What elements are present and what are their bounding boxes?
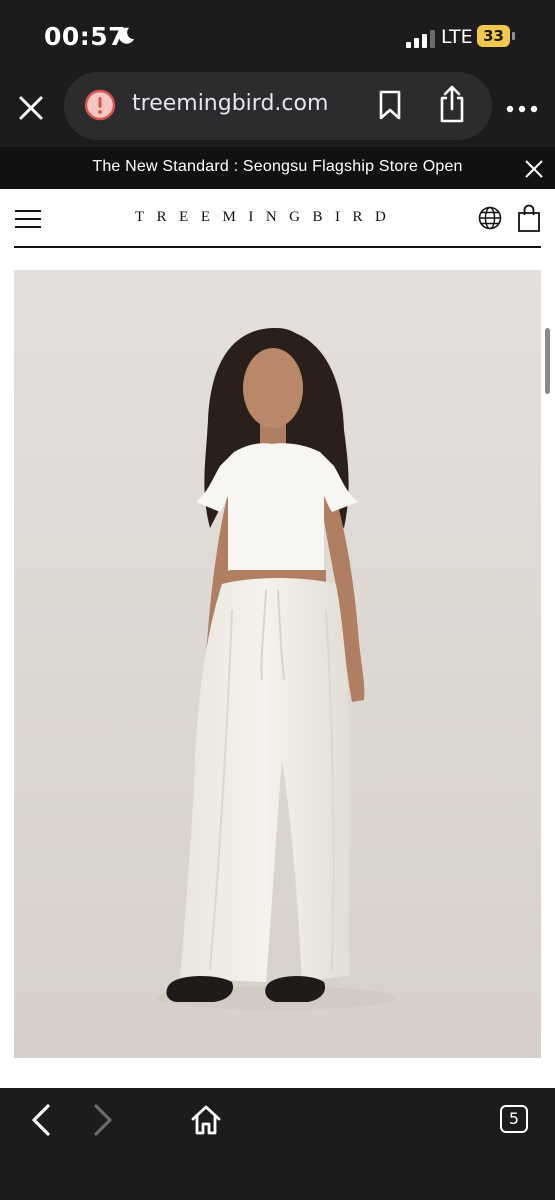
home-icon[interactable] [190, 1104, 222, 1136]
menu-icon[interactable] [15, 209, 41, 229]
back-icon[interactable] [30, 1104, 52, 1136]
header-divider [14, 246, 541, 248]
announcement-bar: The New Standard : Seongsu Flagship Stor… [0, 147, 555, 189]
announcement-close-icon[interactable] [524, 159, 544, 179]
bookmark-icon[interactable] [378, 89, 402, 121]
announcement-text[interactable]: The New Standard : Seongsu Flagship Stor… [0, 158, 555, 176]
more-icon[interactable] [506, 104, 538, 114]
globe-icon[interactable] [478, 206, 502, 230]
moon-icon [118, 27, 134, 44]
battery-tip [512, 32, 515, 40]
close-icon[interactable] [16, 93, 46, 123]
signal-icon [406, 30, 435, 48]
site-logo[interactable]: TREEMINGBIRD [135, 209, 398, 226]
network-type: LTE [441, 26, 473, 48]
tabs-icon[interactable]: 5 [500, 1105, 528, 1133]
battery-level: 33 [477, 25, 510, 47]
status-bar: 00:57 LTE 33 [0, 0, 555, 75]
site-header: TREEMINGBIRD [0, 189, 555, 247]
browser-toolbar: treemingbird.com [0, 72, 555, 147]
browser-bottom-toolbar: 5 [0, 1088, 555, 1200]
url-text[interactable]: treemingbird.com [132, 91, 328, 116]
share-icon[interactable] [438, 84, 466, 124]
product-image[interactable] [14, 270, 541, 1058]
model-illustration [156, 328, 396, 1010]
forward-icon[interactable] [92, 1104, 114, 1136]
warning-icon[interactable] [84, 89, 116, 121]
address-bar[interactable]: treemingbird.com [64, 72, 492, 140]
status-time: 00:57 [44, 22, 127, 51]
scrollbar-thumb[interactable] [545, 328, 550, 394]
shopping-bag-icon[interactable] [517, 204, 541, 232]
battery-icon: 33 [477, 25, 517, 47]
